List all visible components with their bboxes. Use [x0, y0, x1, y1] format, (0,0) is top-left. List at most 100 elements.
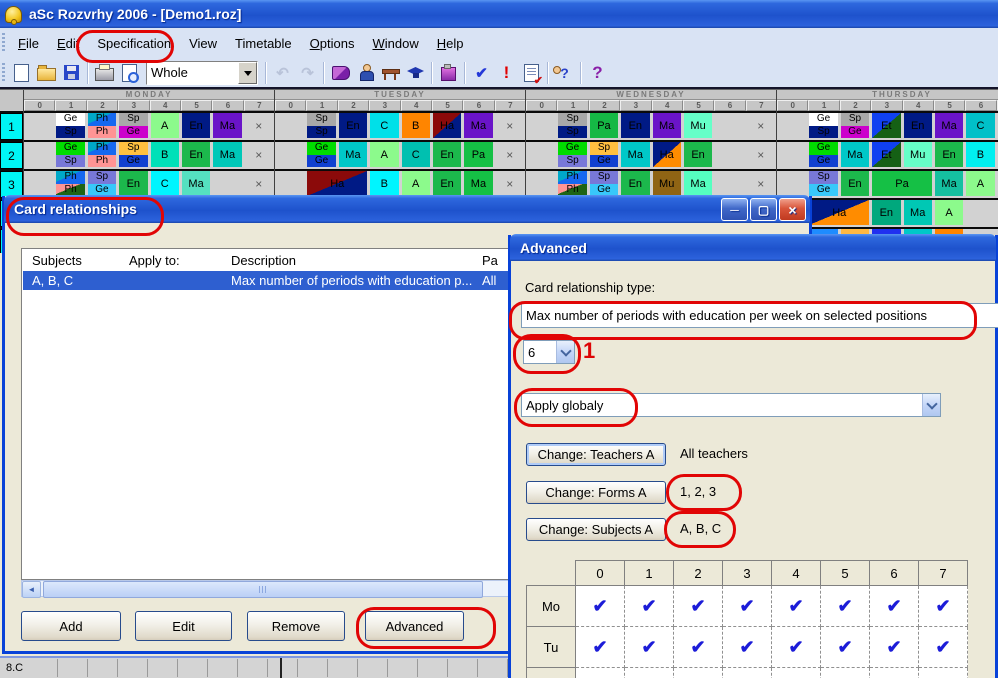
scrollbar-thumb[interactable]: [43, 581, 483, 598]
timetable-cell[interactable]: Ha: [809, 200, 869, 225]
timetable-cell[interactable]: Et: [872, 113, 900, 138]
timetable-cell[interactable]: Ma: [841, 142, 869, 167]
timetable-card[interactable]: Ph: [88, 113, 116, 126]
timetable-cell[interactable]: SpGe: [809, 171, 837, 196]
minimize-icon[interactable]: ─: [721, 198, 748, 221]
timetable-card[interactable]: Ge: [809, 155, 837, 168]
position-check-cell[interactable]: ✔: [870, 668, 919, 678]
timetable-card[interactable]: Ph: [56, 171, 84, 184]
row-header-3[interactable]: 3: [0, 171, 23, 198]
position-check-cell[interactable]: ✔: [772, 668, 821, 678]
timetable-cell[interactable]: Ma: [935, 113, 963, 138]
timetable-cell[interactable]: Ma: [213, 113, 241, 138]
timetable-cell[interactable]: PhPh: [56, 171, 84, 196]
timetable-card[interactable]: Sp: [558, 113, 586, 126]
undo-icon[interactable]: ↶: [270, 61, 295, 85]
timetable-cell[interactable]: Ma: [213, 142, 241, 167]
timetable-cell[interactable]: Ma: [935, 171, 963, 196]
timetable-card[interactable]: Ge: [56, 113, 84, 126]
timetable-cell[interactable]: SpGe: [119, 113, 147, 138]
timetable-card[interactable]: Ph: [88, 155, 116, 168]
timetable-cell[interactable]: En: [339, 113, 367, 138]
toolbar-grip[interactable]: [2, 33, 5, 53]
blocked-position-icon[interactable]: ×: [496, 113, 524, 138]
timetable-cell[interactable]: En: [684, 142, 712, 167]
timetable-cell[interactable]: Mu: [684, 113, 712, 138]
print-preview-icon[interactable]: [117, 61, 142, 85]
position-check-cell[interactable]: ✔: [576, 668, 625, 678]
timetable-cell[interactable]: SpGe: [590, 171, 618, 196]
timetable-cell[interactable]: SpGe: [590, 142, 618, 167]
menu-item-help[interactable]: Help: [428, 32, 473, 55]
timetable-cell[interactable]: En: [904, 113, 932, 138]
timetable-cell[interactable]: En: [182, 142, 210, 167]
position-check-cell[interactable]: ✔: [723, 668, 772, 678]
position-check-cell[interactable]: ✔: [919, 627, 968, 668]
timetable-cell[interactable]: B: [966, 142, 994, 167]
timetable-cell[interactable]: A: [402, 171, 430, 196]
apply-scope-combo[interactable]: Apply globaly: [521, 393, 941, 417]
position-check-cell[interactable]: ✔: [772, 586, 821, 627]
position-check-cell[interactable]: ✔: [576, 627, 625, 668]
timetable-cell[interactable]: C: [151, 171, 179, 196]
timetable-cell[interactable]: GeSp: [558, 142, 586, 167]
relationship-type-combo[interactable]: Max number of periods with education per…: [521, 303, 998, 328]
timetable-card[interactable]: Sp: [307, 113, 335, 126]
timetable-cell[interactable]: B: [370, 171, 398, 196]
timetable-cell[interactable]: Ma: [684, 171, 712, 196]
summary-doc-icon[interactable]: [519, 61, 544, 85]
timetable-cell[interactable]: B: [151, 142, 179, 167]
position-check-cell[interactable]: ✔: [870, 586, 919, 627]
timetable-cell[interactable]: Et: [872, 142, 900, 167]
position-check-cell[interactable]: ✔: [625, 627, 674, 668]
change-teachers-button[interactable]: Change: Teachers A: [526, 443, 666, 466]
change-subjects-button[interactable]: Change: Subjects A: [526, 518, 666, 541]
dropdown-arrow-icon[interactable]: [238, 62, 257, 84]
position-check-cell[interactable]: ✔: [723, 627, 772, 668]
timetable-cell[interactable]: SpGe: [841, 113, 869, 138]
timetable-card[interactable]: Sp: [841, 113, 869, 126]
timetable-card[interactable]: Sp: [590, 142, 618, 155]
assistant-icon[interactable]: ?: [552, 61, 577, 85]
timetable-cell[interactable]: PhPh: [558, 171, 586, 196]
timetable-card[interactable]: Ge: [307, 142, 335, 155]
timetable-cell[interactable]: Ma: [339, 142, 367, 167]
timetable-cell[interactable]: GeGe: [307, 142, 335, 167]
timetable-cell[interactable]: Pa: [872, 171, 932, 196]
position-check-cell[interactable]: ✔: [674, 627, 723, 668]
timetable-cell[interactable]: A: [966, 171, 994, 196]
menu-item-specification[interactable]: Specification: [88, 32, 180, 55]
timetable-card[interactable]: Ge: [590, 155, 618, 168]
timetable-card[interactable]: Sp: [307, 126, 335, 139]
classes-cap-icon[interactable]: [403, 61, 428, 85]
scroll-left-icon[interactable]: ◄: [22, 581, 41, 598]
timetable-cell[interactable]: SpSp: [558, 113, 586, 138]
menu-item-window[interactable]: Window: [363, 32, 427, 55]
menu-item-file[interactable]: File: [9, 32, 48, 55]
menu-item-timetable[interactable]: Timetable: [226, 32, 301, 55]
blocked-position-icon[interactable]: ×: [747, 171, 775, 196]
timetable-cell[interactable]: Ha: [653, 142, 681, 167]
timetable-cell[interactable]: SpGe: [88, 171, 116, 196]
remove-button[interactable]: Remove: [247, 611, 345, 641]
blocked-position-icon[interactable]: ×: [245, 142, 273, 167]
timetable-cell[interactable]: Pa: [464, 142, 492, 167]
timetable-card[interactable]: Ge: [809, 142, 837, 155]
menu-item-options[interactable]: Options: [301, 32, 364, 55]
position-check-cell[interactable]: ✔: [870, 627, 919, 668]
card-relationships-titlebar[interactable]: Card relationships ─ ▢ ×: [4, 195, 810, 223]
position-check-cell[interactable]: ✔: [821, 627, 870, 668]
timetable-cell[interactable]: PhPh: [88, 113, 116, 138]
position-check-cell[interactable]: ✔: [821, 586, 870, 627]
timetable-cell[interactable]: Ma: [182, 171, 210, 196]
print-icon[interactable]: [92, 61, 117, 85]
blocked-position-icon[interactable]: ×: [747, 113, 775, 138]
generate-icon[interactable]: [436, 61, 461, 85]
timetable-cell[interactable]: A: [370, 142, 398, 167]
timetable-cell[interactable]: Pa: [590, 113, 618, 138]
teachers-icon[interactable]: [353, 61, 378, 85]
column-header-apply-to[interactable]: Apply to:: [129, 253, 224, 269]
timetable-cell[interactable]: GeSp: [809, 113, 837, 138]
row-header-1[interactable]: 1: [0, 113, 23, 140]
timetable-cell[interactable]: En: [433, 171, 461, 196]
